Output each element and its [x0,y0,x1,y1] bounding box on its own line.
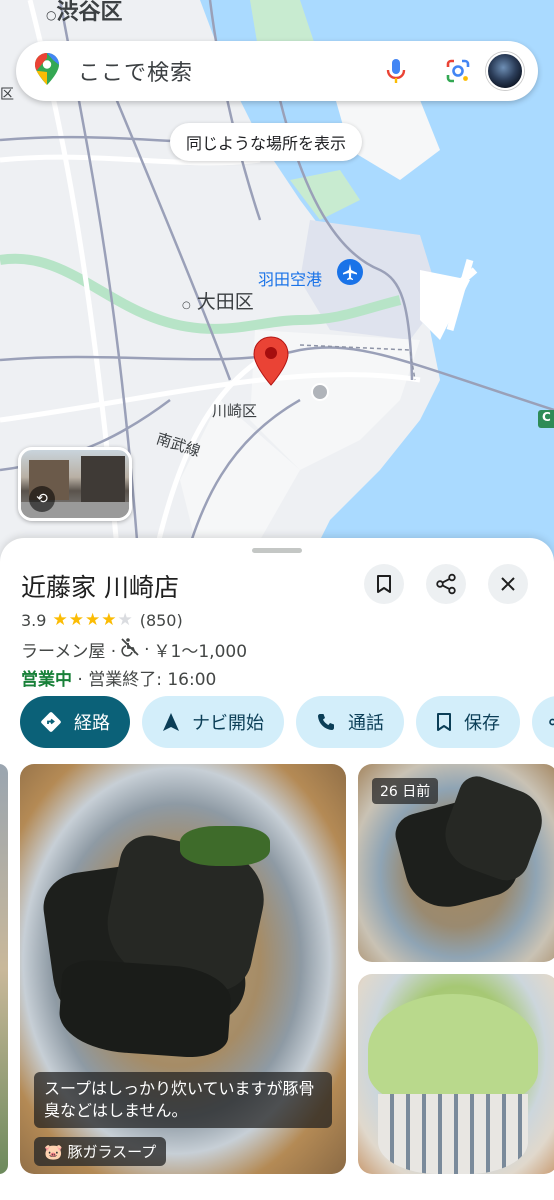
mic-icon[interactable] [376,51,416,91]
directions-icon [41,712,61,732]
navigation-icon [163,713,179,731]
rating-value: 3.9 [21,610,47,630]
street-view-thumbnail[interactable]: ⟲ [18,447,132,521]
open-status: 営業中 [21,670,72,690]
photo-top-right[interactable]: 26 日前 [358,764,554,962]
search-bar[interactable]: ここで検索 [16,41,538,101]
phone-icon [318,714,334,730]
photo-tag[interactable]: 🐷 豚ガラスープ [34,1137,167,1166]
share-button[interactable] [532,696,554,748]
maps-logo-icon [34,52,60,90]
photo-main[interactable]: スープはしっかり炊いていますが豚骨臭などはしません。 🐷 豚ガラスープ [20,764,346,1174]
category-label: ラーメン屋 · [21,642,117,662]
hours-row[interactable]: 営業中 · 営業終了: 16:00 [21,665,216,690]
call-label: 通話 [348,713,384,734]
closing-time: · 営業終了: 16:00 [72,670,217,690]
lens-icon[interactable] [438,51,478,91]
profile-avatar[interactable] [486,52,524,90]
route-badge: C [542,410,551,424]
sheet-drag-handle[interactable] [252,548,302,553]
category-row: ラーメン屋 · · ￥1～1,000 [21,637,247,662]
map-label-shibuya: ○渋谷区 [46,0,123,25]
rating-stars: ★★★★★ [52,610,134,630]
call-button[interactable]: 通話 [296,696,404,748]
share-icon [549,718,554,726]
photo-caption: スープはしっかり炊いていますが豚骨臭などはしません。 [34,1072,332,1128]
meta-separator: · [144,639,150,660]
directions-button[interactable]: 経路 [20,696,130,748]
close-button[interactable] [488,564,528,604]
close-icon [501,577,515,591]
place-title: 近藤家 川崎店 [21,573,179,602]
save-icon-button[interactable] [364,564,404,604]
map-label-haneda[interactable]: 羽田空港 [258,266,322,290]
map-label-edge: 区 [0,87,14,103]
map-label-kawasaki: 川崎区 [212,402,258,420]
rating-row[interactable]: 3.9 ★★★★★ (850) [21,610,183,630]
show-similar-places-chip[interactable]: 同じような場所を表示 [170,123,363,161]
search-input[interactable]: ここで検索 [78,55,376,87]
photo-previous[interactable] [0,764,8,1174]
share-icon [436,573,456,595]
photo-bottom-right[interactable] [358,974,554,1174]
map-label-ota: ○ 大田区 [182,291,254,313]
photo-date-badge: 26 日前 [372,778,439,804]
bookmark-icon [377,575,391,593]
photo-carousel[interactable]: スープはしっかり炊いていますが豚骨臭などはしません。 🐷 豚ガラスープ 26 日… [0,764,554,1200]
street-view-icon: ⟲ [29,486,55,512]
action-chips: 経路 ナビ開始 通話 保存 [20,696,554,748]
share-icon-button[interactable] [426,564,466,604]
bookmark-icon [437,713,451,731]
no-wheelchair-icon [120,637,140,662]
directions-label: 経路 [74,713,110,734]
start-navigation-label: ナビ開始 [192,713,264,734]
save-button[interactable]: 保存 [416,696,520,748]
place-sheet[interactable]: 近藤家 川崎店 3.9 ★★★★★ (850) ラーメン屋 · · ￥1～1,0… [0,538,554,1200]
start-navigation-button[interactable]: ナビ開始 [142,696,284,748]
price-range: ￥1～1,000 [153,642,248,662]
review-count: (850) [139,610,183,630]
save-label: 保存 [464,713,500,734]
